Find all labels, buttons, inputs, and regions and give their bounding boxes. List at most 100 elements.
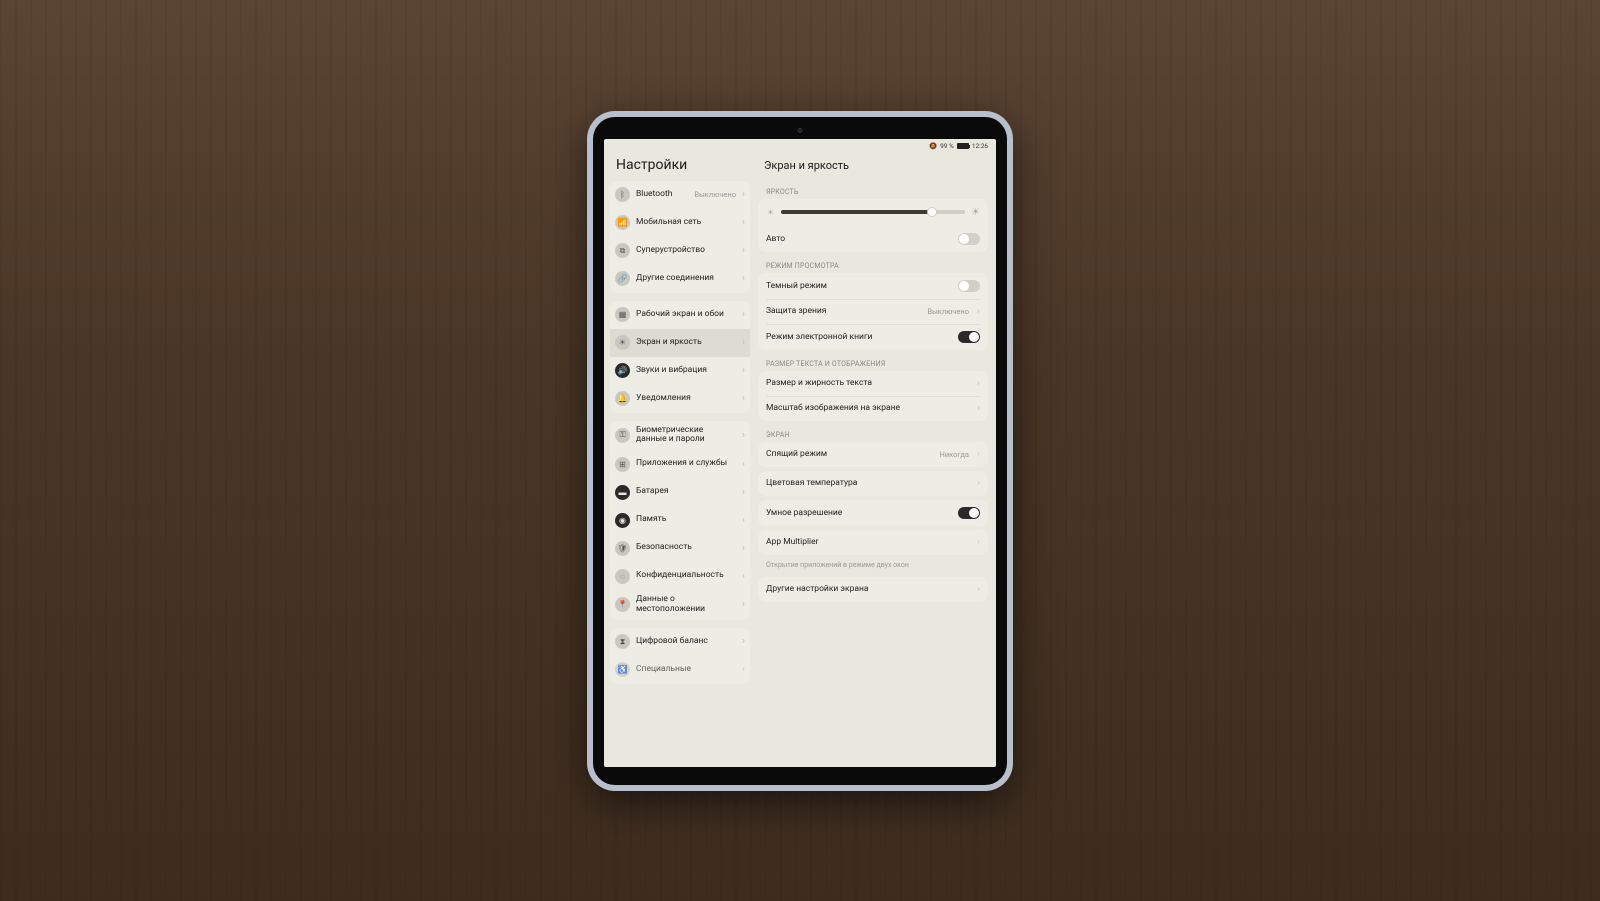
smart-res-card: Умное разрешение <box>758 500 988 526</box>
detail-row-label: Спящий режим <box>766 449 933 459</box>
toggle[interactable] <box>958 331 980 343</box>
sidebar-item-access[interactable]: ♿Специальные› <box>610 656 750 684</box>
sidebar-item-privacy[interactable]: ◌ Конфиденциальность › <box>610 562 750 590</box>
app-multiplier-row[interactable]: App Multiplier › <box>758 530 988 555</box>
sidebar-item-label: Уведомления <box>636 394 736 404</box>
brightness-auto-toggle[interactable] <box>958 233 980 245</box>
detail-row-label: Масштаб изображения на экране <box>766 403 969 413</box>
sidebar-item-label: Специальные <box>636 665 736 675</box>
smart-res-row[interactable]: Умное разрешение <box>758 500 988 526</box>
chevron-right-icon: › <box>742 365 745 376</box>
access-icon: ♿ <box>615 662 630 677</box>
sidebar-item-value: Выключено <box>694 190 736 199</box>
sidebar-item-label: Экран и яркость <box>636 338 736 348</box>
detail-row[interactable]: Масштаб изображения на экране › <box>758 396 988 421</box>
chevron-right-icon: › <box>742 571 745 582</box>
sidebar-item-device[interactable]: ⧉Суперустройство› <box>610 237 750 265</box>
sidebar-item-label: Bluetooth <box>636 190 688 200</box>
chevron-right-icon: › <box>742 487 745 498</box>
detail-row[interactable]: Спящий режим Никогда › <box>758 442 988 467</box>
detail-row[interactable]: Размер и жирность текста› <box>758 371 988 396</box>
clock: 12:26 <box>972 142 988 150</box>
brightness-auto-row[interactable]: Авто <box>758 226 988 252</box>
color-temp-card: Цветовая температура › <box>758 471 988 496</box>
sidebar-item-label: Конфиденциальность <box>636 571 736 581</box>
content: Настройки ᛒBluetoothВыключено›📶Мобильная… <box>604 153 996 767</box>
sidebar-item-label: Приложения и службы <box>636 459 736 469</box>
other-display-label: Другие настройки экрана <box>766 584 969 594</box>
tablet-bezel: 🔕 99 % 12:26 Настройки ᛒBluetoothВыключе… <box>593 117 1007 785</box>
detail-row[interactable]: Темный режим <box>758 273 988 299</box>
detail-row-value: Никогда <box>939 450 969 459</box>
chevron-right-icon: › <box>742 189 745 200</box>
detail-row[interactable]: Защита зренияВыключено› <box>758 299 988 324</box>
smart-res-toggle[interactable] <box>958 507 980 519</box>
battery-icon <box>957 143 969 149</box>
antenna-icon: 📶 <box>615 215 630 230</box>
sidebar-group: ⚿Биометрические данные и пароли›⊞Приложе… <box>610 421 750 620</box>
chevron-right-icon: › <box>742 515 745 526</box>
status-bar: 🔕 99 % 12:26 <box>604 139 996 153</box>
sidebar-item-link[interactable]: 🔗Другие соединения› <box>610 265 750 293</box>
brightness-card: ☀ ☀ Авто <box>758 199 988 252</box>
privacy-icon: ◌ <box>615 569 630 584</box>
sidebar-item-antenna[interactable]: 📶Мобильная сеть› <box>610 209 750 237</box>
sun-small-icon: ☀ <box>766 208 775 217</box>
section-brightness-label: ЯРКОСТЬ <box>758 182 988 199</box>
battery-text: 99 % <box>940 142 954 150</box>
app-multiplier-card: App Multiplier › <box>758 530 988 555</box>
bell-icon: 🔔 <box>615 391 630 406</box>
sidebar-item-bluetooth[interactable]: ᛒBluetoothВыключено› <box>610 181 750 209</box>
chevron-right-icon: › <box>742 309 745 320</box>
sidebar-item-apps[interactable]: ⊞Приложения и службы› <box>610 450 750 478</box>
sidebar-item-sound[interactable]: 🔊Звуки и вибрация› <box>610 357 750 385</box>
chevron-right-icon: › <box>742 337 745 348</box>
sidebar-item-location[interactable]: 📍Данные о местоположении› <box>610 590 750 620</box>
sidebar-scroll[interactable]: ᛒBluetoothВыключено›📶Мобильная сеть›⧉Суп… <box>610 181 750 767</box>
app-multiplier-label: App Multiplier <box>766 537 969 547</box>
sidebar-item-storage[interactable]: ◉ Память › <box>610 506 750 534</box>
chevron-right-icon: › <box>977 584 980 595</box>
brightness-slider[interactable] <box>781 210 965 214</box>
sidebar-item-sun[interactable]: ☀ Экран и яркость › <box>610 329 750 357</box>
sidebar-item-home[interactable]: ▦Рабочий экран и обои› <box>610 301 750 329</box>
brightness-thumb[interactable] <box>927 207 937 217</box>
sidebar-item-battery[interactable]: ▬Батарея› <box>610 478 750 506</box>
sidebar-group: ᛒBluetoothВыключено›📶Мобильная сеть›⧉Суп… <box>610 181 750 293</box>
chevron-right-icon: › <box>742 543 745 554</box>
key-icon: ⚿ <box>615 428 630 443</box>
detail-row-value: Выключено <box>927 307 969 316</box>
sidebar-item-bell[interactable]: 🔔 Уведомления › <box>610 385 750 413</box>
balance-icon: ⧗ <box>615 634 630 649</box>
auto-label: Авто <box>766 234 952 244</box>
sidebar-group: ⧗Цифровой баланс› ♿ Специальные › <box>610 628 750 684</box>
sidebar-item-balance[interactable]: ⧗Цифровой баланс› <box>610 628 750 656</box>
other-display-row[interactable]: Другие настройки экрана › <box>758 577 988 602</box>
sidebar-item-key[interactable]: ⚿Биометрические данные и пароли› <box>610 421 750 451</box>
chevron-right-icon: › <box>742 636 745 647</box>
viewmode-card: Темный режимЗащита зренияВыключено›Режим… <box>758 273 988 350</box>
app-multiplier-footnote: Открытие приложений в режиме двух окон <box>758 559 988 577</box>
page-title: Настройки <box>610 153 750 181</box>
location-icon: 📍 <box>615 597 630 612</box>
chevron-right-icon: › <box>742 393 745 404</box>
smart-res-label: Умное разрешение <box>766 508 952 518</box>
sidebar-item-label: Безопасность <box>636 543 736 553</box>
chevron-right-icon: › <box>977 403 980 414</box>
battery-icon: ▬ <box>615 485 630 500</box>
toggle[interactable] <box>958 280 980 292</box>
chevron-right-icon: › <box>977 449 980 460</box>
color-temp-row[interactable]: Цветовая температура › <box>758 471 988 496</box>
sun-large-icon: ☀ <box>971 208 980 217</box>
shield-icon: 🛡 <box>615 541 630 556</box>
sun-icon: ☀ <box>615 335 630 350</box>
sidebar-item-label: Рабочий экран и обои <box>636 310 736 320</box>
sidebar-item-shield[interactable]: 🛡 Безопасность › <box>610 534 750 562</box>
tablet-frame: 🔕 99 % 12:26 Настройки ᛒBluetoothВыключе… <box>587 111 1013 791</box>
sidebar-item-label: Память <box>636 515 736 525</box>
storage-icon: ◉ <box>615 513 630 528</box>
detail-row-label: Режим электронной книги <box>766 332 952 342</box>
sidebar-group: ▦Рабочий экран и обои›☀Экран и яркость›🔊… <box>610 301 750 413</box>
detail-row-label: Защита зрения <box>766 306 921 316</box>
detail-row[interactable]: Режим электронной книги <box>758 324 988 350</box>
